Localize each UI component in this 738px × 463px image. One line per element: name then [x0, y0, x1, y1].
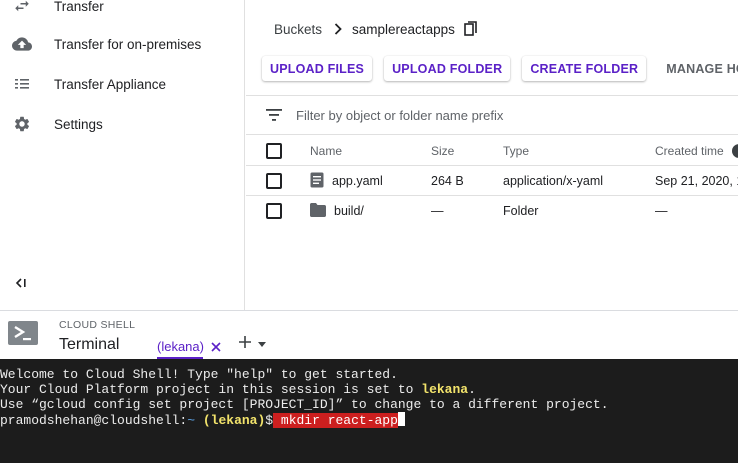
breadcrumb-bucket-name[interactable]: samplereactapps — [352, 22, 455, 37]
cloud-shell-header: CLOUD SHELL Terminal (lekana) — [0, 310, 738, 360]
breadcrumb-buckets-link[interactable]: Buckets — [274, 22, 322, 37]
select-all-checkbox[interactable] — [266, 143, 282, 159]
project-id: lekana — [421, 382, 469, 397]
prompt-symbol: $ — [265, 413, 274, 428]
upload-folder-button[interactable]: UPLOAD FOLDER — [384, 56, 511, 81]
terminal-line: Use “gcloud config set project [PROJECT_… — [0, 397, 609, 412]
file-icon — [310, 172, 324, 191]
create-folder-button[interactable]: CREATE FOLDER — [522, 56, 647, 81]
table-row: build/ — Folder — — [246, 196, 738, 226]
object-name-link[interactable]: build/ — [334, 204, 364, 218]
left-nav: Transfer Transfer for on-premises Transf… — [0, 0, 245, 310]
terminal-cursor — [397, 412, 405, 426]
prompt-project: (lekana) — [202, 413, 266, 428]
gear-icon — [12, 114, 32, 134]
column-header-created[interactable]: Created time — [655, 136, 738, 166]
add-terminal-tab-button[interactable] — [238, 333, 266, 355]
chevron-down-icon — [258, 341, 266, 347]
nav-label: Transfer Appliance — [54, 76, 167, 92]
cloud-shell-icon — [8, 321, 38, 347]
size-cell: — — [431, 204, 444, 218]
nav-label: Transfer for on-premises — [54, 36, 202, 52]
action-toolbar: UPLOAD FILES UPLOAD FOLDER CREATE FOLDER… — [262, 56, 738, 81]
copy-icon[interactable] — [464, 21, 478, 37]
row-checkbox[interactable] — [266, 173, 282, 189]
size-cell: 264 B — [431, 174, 464, 188]
collapse-nav-icon[interactable] — [14, 276, 30, 292]
terminal-output[interactable]: Welcome to Cloud Shell! Type "help" to g… — [0, 359, 738, 463]
object-name-link[interactable]: app.yaml — [332, 174, 383, 188]
nav-label: Settings — [54, 116, 103, 132]
breadcrumb: Buckets samplereactapps — [274, 18, 478, 40]
bucket-details-panel: Buckets samplereactapps UPLOAD FILES UPL… — [246, 0, 738, 310]
prompt-dir: ~ — [187, 413, 196, 428]
name-cell: app.yaml — [310, 166, 383, 196]
folder-icon — [310, 202, 326, 220]
filter-input[interactable] — [296, 104, 716, 126]
terminal-tab-label: (lekana) — [157, 339, 204, 354]
terminal-text: Your Cloud Platform project in this sess… — [0, 382, 422, 397]
manage-holds-button[interactable]: MANAGE HOLD — [658, 56, 738, 81]
nav-item-settings[interactable]: Settings — [0, 106, 245, 142]
filter-bar — [246, 95, 738, 135]
nav-label: Transfer — [54, 0, 104, 14]
objects-table: Name Size Type Created time app.yaml 264… — [246, 136, 738, 226]
cloud-upload-icon — [12, 34, 32, 54]
column-header-name[interactable]: Name — [310, 136, 342, 166]
upload-files-button[interactable]: UPLOAD FILES — [262, 56, 373, 81]
close-icon[interactable] — [211, 341, 221, 352]
row-checkbox[interactable] — [266, 203, 282, 219]
created-cell: Sep 21, 2020, 1 — [655, 174, 738, 188]
help-icon[interactable] — [731, 144, 738, 158]
filter-list-icon[interactable] — [266, 108, 282, 126]
table-header-row: Name Size Type Created time — [246, 136, 738, 166]
terminal-tab-lekana[interactable]: (lekana) — [150, 333, 228, 360]
column-header-size[interactable]: Size — [431, 136, 454, 166]
created-cell: — — [655, 204, 668, 218]
prompt-user-host: pramodshehan@cloudshell: — [0, 413, 188, 428]
transfer-arrows-icon — [12, 0, 32, 16]
terminal-line: Welcome to Cloud Shell! Type "help" to g… — [0, 367, 398, 382]
nav-item-transfer[interactable]: Transfer — [0, 0, 245, 24]
terminal-prompt-line: pramodshehan@cloudshell:~ (lekana)$ mkdi… — [0, 412, 738, 428]
cloud-shell-label: CLOUD SHELL — [59, 319, 136, 331]
type-cell: application/x-yaml — [503, 174, 604, 188]
terminal-line: Your Cloud Platform project in this sess… — [0, 382, 738, 397]
name-cell: build/ — [310, 196, 364, 226]
nav-item-transfer-appliance[interactable]: Transfer Appliance — [0, 66, 245, 102]
terminal-text: . — [468, 382, 476, 397]
terminal-title: Terminal — [59, 336, 120, 353]
type-cell: Folder — [503, 204, 539, 218]
terminal-command: mkdir react-app — [273, 413, 398, 428]
column-header-created-label: Created time — [655, 144, 724, 158]
column-header-type[interactable]: Type — [503, 136, 529, 166]
chevron-right-icon — [334, 23, 342, 35]
list-icon — [12, 74, 32, 94]
plus-icon — [238, 335, 252, 354]
table-row: app.yaml 264 B application/x-yaml Sep 21… — [246, 166, 738, 196]
nav-item-transfer-on-premises[interactable]: Transfer for on-premises — [0, 26, 245, 62]
